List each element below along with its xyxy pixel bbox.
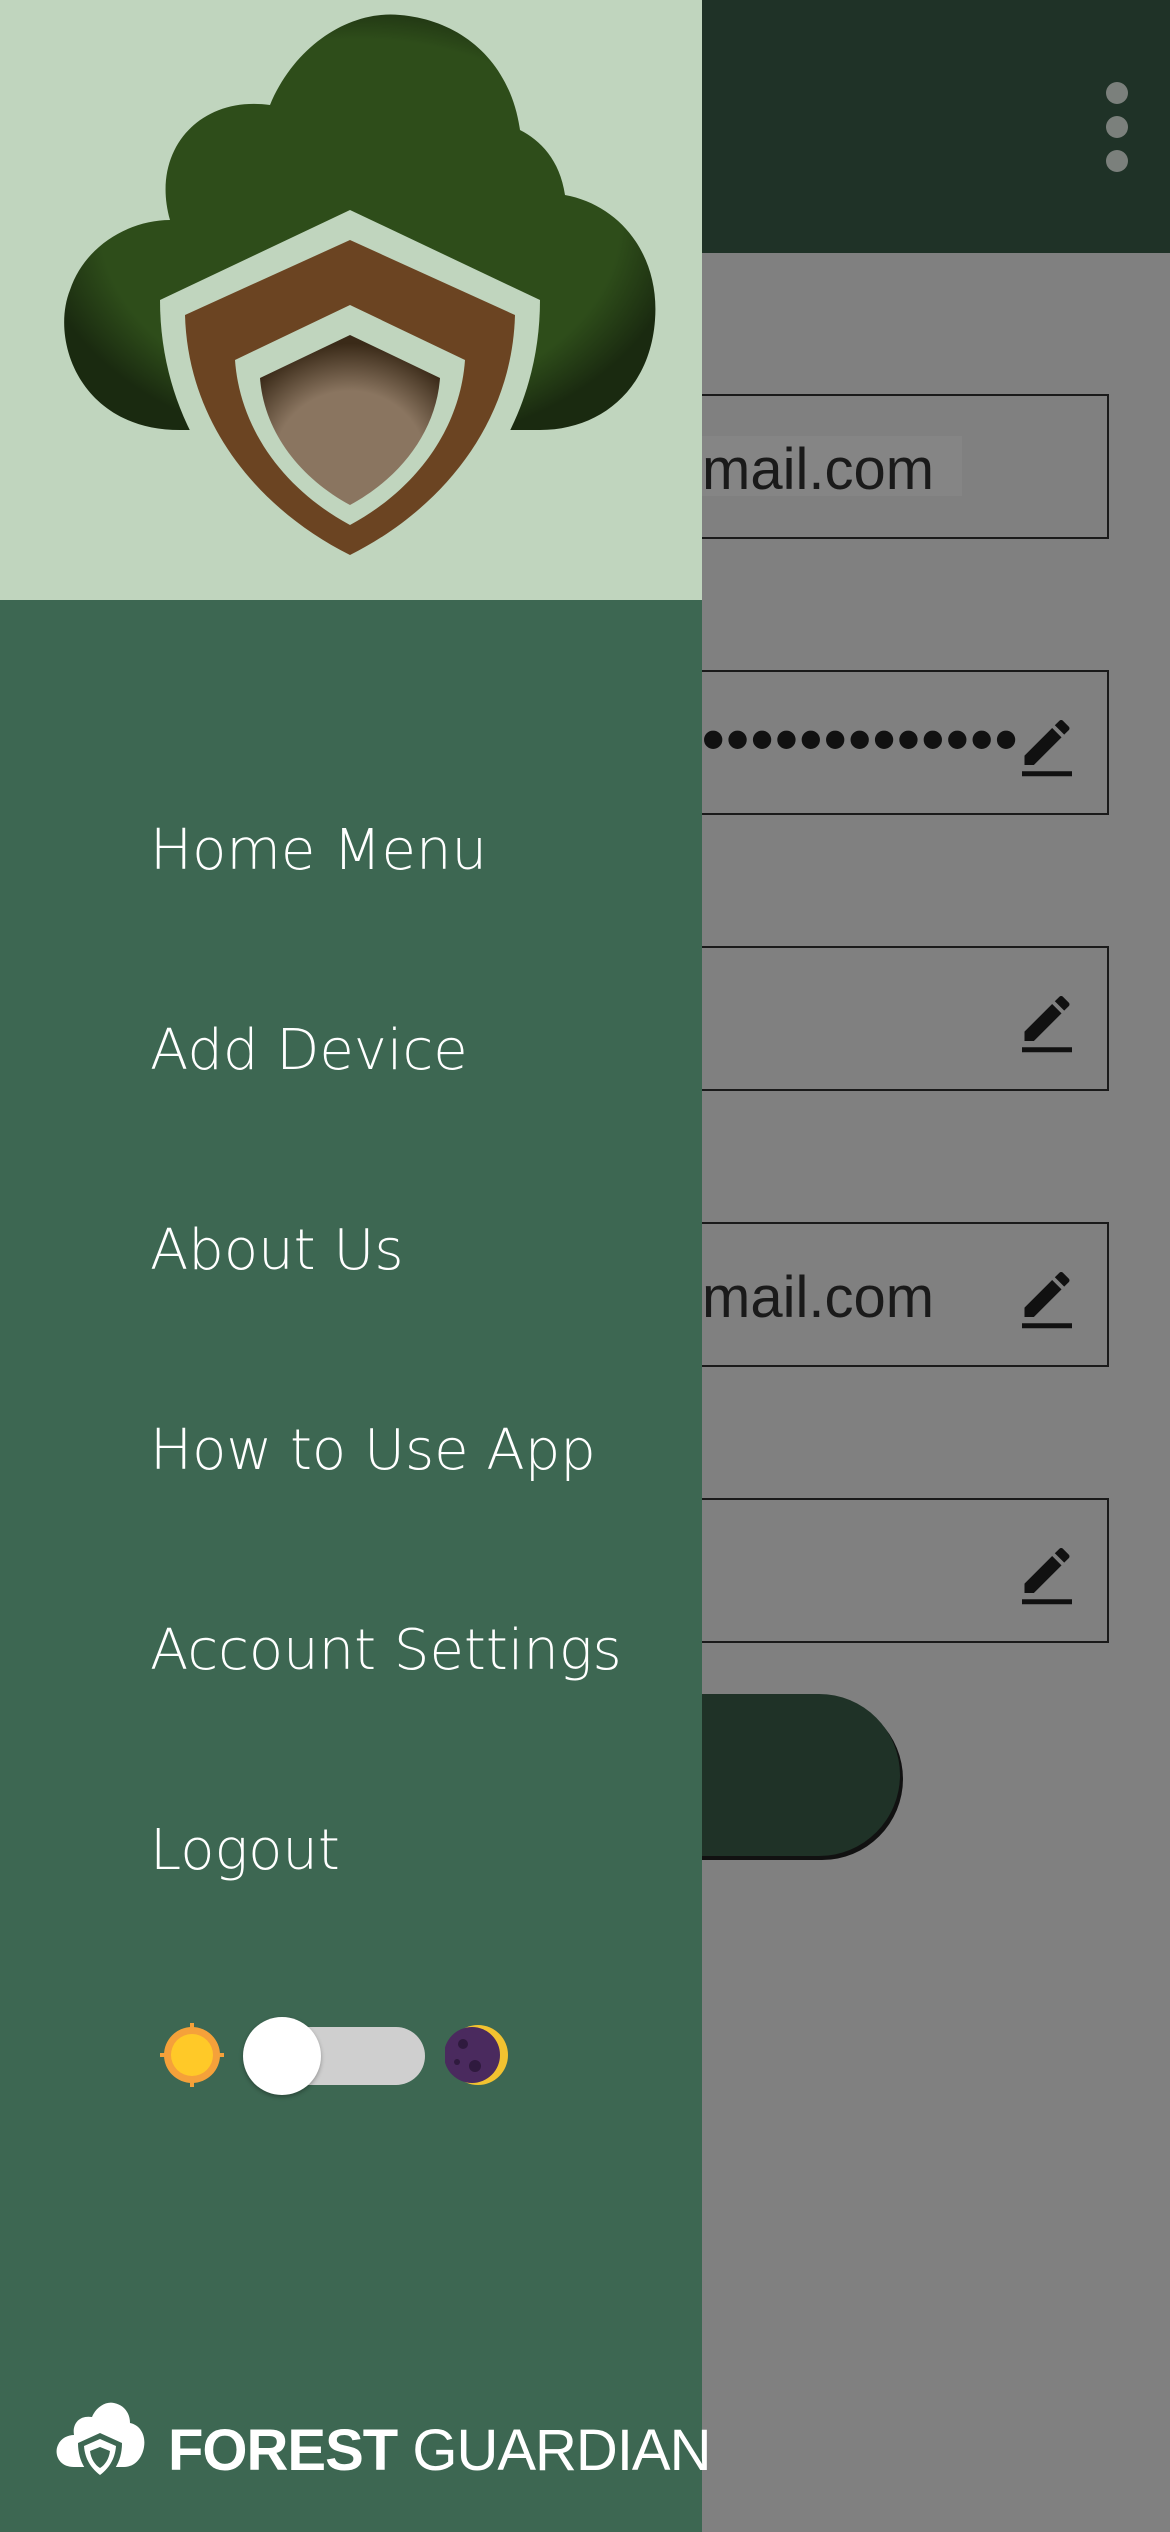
edit-icon[interactable]	[1017, 1540, 1077, 1606]
email-field[interactable]: mail.com	[640, 394, 1109, 539]
brand-name: FOREST GUARDIAN	[168, 2417, 712, 2484]
sun-icon	[160, 2023, 224, 2087]
menu-item-how-to-use[interactable]: How to Use App	[150, 1418, 596, 1483]
brand-name-light: GUARDIAN	[412, 2418, 711, 2483]
menu-item-add-device[interactable]: Add Device	[150, 1018, 468, 1083]
phone-field[interactable]	[640, 1498, 1109, 1643]
navigation-drawer: Home Menu Add Device About Us How to Use…	[0, 0, 712, 2532]
name-field[interactable]	[640, 946, 1109, 1091]
theme-toggle-row	[160, 2015, 520, 2095]
edit-icon[interactable]	[1017, 1264, 1077, 1330]
toggle-knob[interactable]	[243, 2017, 321, 2095]
menu-item-account-settings[interactable]: Account Settings	[150, 1618, 622, 1683]
secondary-email-field-value: mail.com	[702, 1265, 935, 1330]
theme-toggle[interactable]	[243, 2017, 425, 2095]
brand-footer: FOREST GUARDIAN	[52, 2395, 712, 2495]
menu-item-home[interactable]: Home Menu	[150, 818, 487, 883]
password-field[interactable]: •••••••••••••	[640, 670, 1109, 815]
edit-icon[interactable]	[1017, 988, 1077, 1054]
password-field-value: •••••••••••••	[702, 703, 1020, 775]
more-options-icon[interactable]	[1102, 82, 1132, 172]
menu-item-logout[interactable]: Logout	[150, 1818, 340, 1883]
edit-icon[interactable]	[1017, 712, 1077, 778]
brand-logo-icon	[56, 2402, 145, 2483]
drawer-header	[0, 0, 702, 600]
secondary-email-field[interactable]: mail.com	[640, 1222, 1109, 1367]
moon-icon	[445, 2025, 508, 2085]
menu-item-about-us[interactable]: About Us	[150, 1218, 404, 1283]
email-field-value: mail.com	[702, 437, 935, 502]
forest-guardian-logo	[64, 14, 656, 585]
brand-name-bold: FOREST	[168, 2418, 398, 2483]
